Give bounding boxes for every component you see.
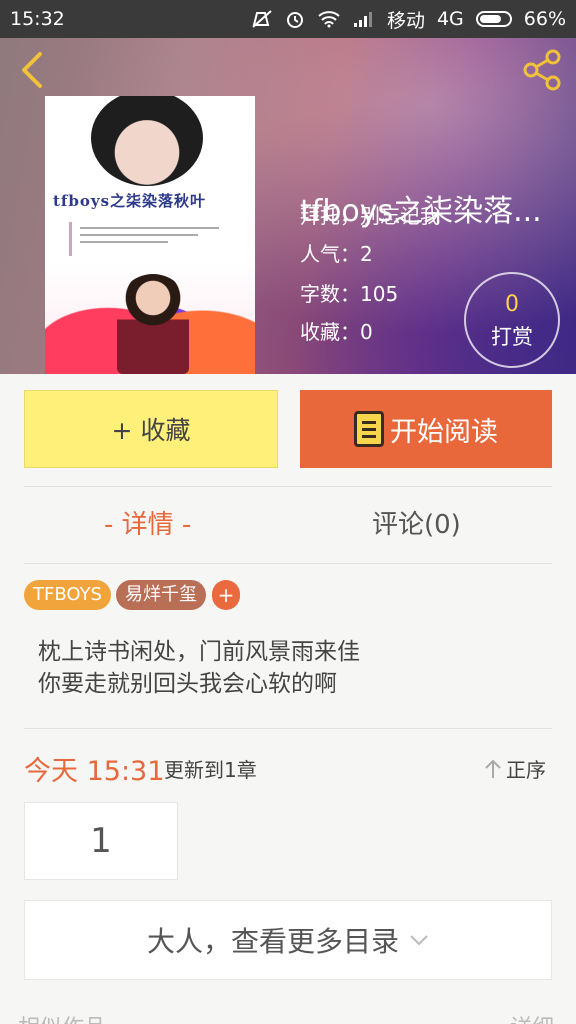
status-icons: 移动 4G 66% [251,6,566,33]
alarm-icon [286,12,303,28]
add-tag-button[interactable]: + [212,580,240,610]
book-icon [354,411,384,447]
sort-order-label: 正序 [506,758,546,782]
cover-portrait [91,96,203,186]
reward-count: 0 [505,292,519,317]
tag-tfboys[interactable]: TFBOYS [24,580,111,610]
tag-yi-yang-qian-xi[interactable]: 易烊千玺 [116,580,206,610]
network-label: 4G [436,8,464,30]
start-reading-label: 开始阅读 [390,416,498,448]
cover-singer [117,274,189,374]
book-favorites: 收藏：0 [300,320,373,344]
chapter-item[interactable]: 1 [24,802,178,880]
collect-button[interactable]: + 收藏 [24,390,278,468]
update-text: 更新到1章 [164,758,257,782]
divider [24,563,552,564]
description-line: 你要走就别回头我会心软的啊 [38,671,337,697]
wifi-icon [318,11,340,28]
share-icon[interactable] [520,48,564,92]
status-bar: 15:32 移动 4G 66% [0,0,576,38]
tab-comments[interactable]: 评论(0) [372,504,461,541]
view-more-toc-button[interactable]: 大人，查看更多目录 [24,900,552,980]
chevron-down-icon [410,935,428,946]
reward-button[interactable]: 0 打赏 [464,272,560,368]
arrow-up-icon [485,759,501,778]
book-header: tfboys之柒染落秋叶 tfboys之柒染落... 拜托，别忘记我 人气：2 … [0,38,576,374]
divider [24,728,552,729]
tab-detail[interactable]: - 详情 - [104,504,191,541]
carrier-label: 移动 [386,9,425,32]
book-word-count: 字数：105 [300,282,399,306]
book-subtitle: 拜托，别忘记我 [300,204,440,228]
mute-icon [252,10,272,28]
cover-title: tfboys之柒染落秋叶 [53,192,207,210]
reward-label: 打赏 [491,325,533,349]
divider [24,486,552,487]
update-date: 今天 15:31 [24,756,165,787]
description-line: 枕上诗书闲处，门前风景雨来佳 [38,639,360,665]
battery-icon [475,11,512,27]
toc-label: 大人，查看更多目录 [146,925,399,958]
book-popularity: 人气：2 [300,242,373,266]
more-link[interactable]: 详细 [510,1010,554,1024]
sort-order-toggle[interactable]: 正序 [484,754,546,783]
back-icon[interactable] [14,50,50,90]
cover-text-lines [69,222,219,256]
similar-works-title: 相似作品 [18,1010,106,1024]
signal-icon [353,12,372,27]
status-time: 15:32 [10,8,65,30]
book-cover[interactable]: tfboys之柒染落秋叶 [45,96,255,374]
book-description: 枕上诗书闲处，门前风景雨来佳 你要走就别回头我会心软的啊 [38,636,360,700]
battery-level: 66% [523,8,566,30]
start-reading-button[interactable]: 开始阅读 [300,390,552,468]
